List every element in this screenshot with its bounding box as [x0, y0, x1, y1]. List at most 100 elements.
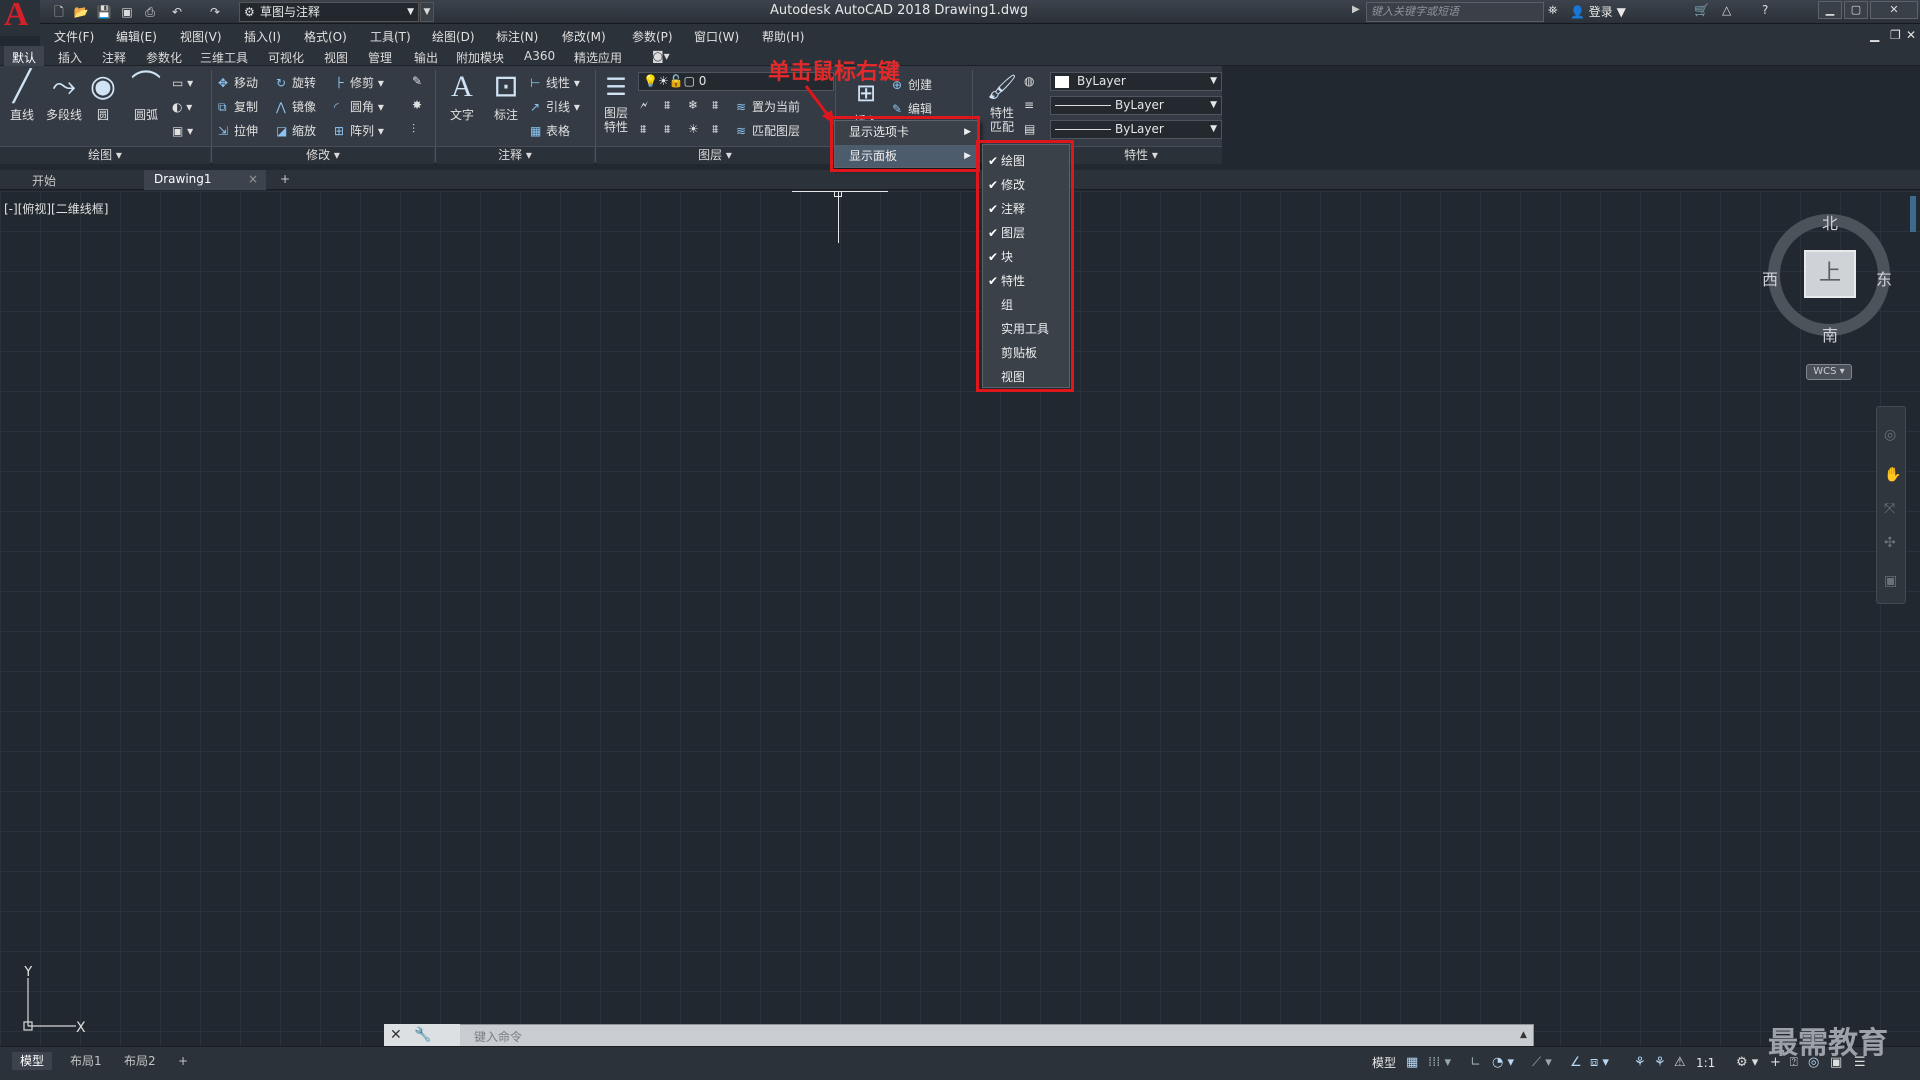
- table-button[interactable]: ▦ 表格: [530, 122, 570, 139]
- match-layer-button[interactable]: ≋ 匹配图层: [736, 122, 800, 139]
- tab-a360[interactable]: A360: [524, 49, 555, 63]
- draw-panel-title[interactable]: 绘图 ▾: [0, 146, 210, 164]
- stretch-button[interactable]: ⇲ 拉伸: [218, 122, 258, 139]
- steering-wheel-icon[interactable]: ◎: [1884, 427, 1896, 443]
- layer-isolate-icon[interactable]: ⩩: [664, 98, 670, 113]
- viewcube-west[interactable]: 西: [1762, 266, 1778, 290]
- hatch-icon[interactable]: ◐ ▾: [172, 100, 192, 114]
- linear-button[interactable]: ⊢ 线性 ▾: [530, 74, 580, 91]
- viewcube-south[interactable]: 南: [1822, 322, 1838, 346]
- color-select[interactable]: ByLayer ▼: [1050, 72, 1222, 91]
- osnap-icon[interactable]: ⧈ ▾: [1590, 1052, 1609, 1074]
- linetype-select[interactable]: ByLayer ▼: [1050, 96, 1222, 115]
- explode-icon[interactable]: ✸: [412, 98, 422, 112]
- tab-default[interactable]: 默认: [4, 46, 45, 66]
- color-wheel-icon[interactable]: ◍: [1024, 74, 1034, 88]
- search-input[interactable]: 键入关键字或短语: [1366, 2, 1544, 22]
- fillet-button[interactable]: ◜ 圆角 ▾: [334, 98, 384, 115]
- rotate-button[interactable]: ↻ 旋转: [276, 74, 316, 91]
- match-properties-button[interactable]: 🖌 特性 匹配: [982, 70, 1022, 134]
- scale-button[interactable]: ◪ 缩放: [276, 122, 316, 139]
- viewcube-east[interactable]: 东: [1876, 266, 1892, 290]
- lineweight-select[interactable]: ByLayer ▼: [1050, 120, 1222, 139]
- new-tab-button[interactable]: +: [274, 170, 298, 190]
- orbit-icon[interactable]: ✣: [1884, 535, 1896, 551]
- grid-icon[interactable]: ▦: [1406, 1052, 1418, 1074]
- tab-visualize[interactable]: 可视化: [268, 49, 304, 66]
- layer-properties-button[interactable]: ☰ 图层 特性: [598, 70, 634, 134]
- menu-insert[interactable]: 插入(I): [244, 28, 281, 45]
- open-file-icon[interactable]: 📂: [72, 3, 90, 21]
- menu-file[interactable]: 文件(F): [54, 28, 94, 45]
- layers-panel-title[interactable]: 图层 ▾: [596, 146, 834, 164]
- pan-icon[interactable]: ✋: [1884, 467, 1901, 483]
- undo-icon[interactable]: ↶: [168, 3, 186, 21]
- dimension-button[interactable]: ⊡ 标注: [488, 70, 524, 123]
- menu-modify[interactable]: 修改(M): [562, 28, 606, 45]
- tab-view[interactable]: 视图: [324, 49, 348, 66]
- showmotion-icon[interactable]: ▣: [1884, 573, 1897, 589]
- circle-button[interactable]: ◉ 圆: [88, 70, 118, 123]
- redo-icon[interactable]: ↷: [206, 3, 224, 21]
- menu-edit[interactable]: 编辑(E): [116, 28, 157, 45]
- ortho-icon[interactable]: ∟: [1470, 1052, 1481, 1074]
- layer-unisolate-icon[interactable]: ⩩: [664, 122, 670, 137]
- tab-parametric[interactable]: 参数化: [146, 49, 182, 66]
- layer-thaw-icon[interactable]: ☀: [688, 122, 699, 136]
- close-tab-icon[interactable]: ×: [248, 172, 258, 186]
- lineweight-icon[interactable]: ▤: [1024, 122, 1035, 136]
- viewport-controls[interactable]: [-][俯视][二维线框]: [4, 200, 108, 217]
- tab-annotate[interactable]: 注释: [102, 49, 126, 66]
- search-expand-icon[interactable]: ▶: [1352, 4, 1360, 15]
- viewcube-face[interactable]: 上: [1804, 250, 1856, 298]
- set-current-button[interactable]: ≋ 置为当前: [736, 98, 800, 115]
- ribbon-toggle-icon[interactable]: ◙▾: [652, 49, 670, 63]
- menu-help[interactable]: 帮助(H): [762, 28, 804, 45]
- workspace-switch-icon[interactable]: ⚙ ▾: [1736, 1052, 1758, 1074]
- mirror-button[interactable]: ⋀ 镜像: [276, 98, 316, 115]
- polar-icon[interactable]: ◔ ▾: [1492, 1052, 1514, 1074]
- tab-featured-apps[interactable]: 精选应用: [574, 49, 622, 66]
- plot-icon[interactable]: ⎙: [141, 3, 159, 21]
- rectangle-icon[interactable]: ▭ ▾: [172, 76, 193, 90]
- menu-dimension[interactable]: 标注(N): [496, 28, 538, 45]
- layout-tab-model[interactable]: 模型: [12, 1052, 53, 1070]
- annotation-visibility-icon[interactable]: ⚘: [1634, 1052, 1646, 1074]
- add-layout-button[interactable]: +: [170, 1052, 196, 1070]
- layout-tab-1[interactable]: 布局1: [62, 1052, 110, 1070]
- menu-draw[interactable]: 绘图(D): [432, 28, 475, 45]
- layer-off-icon[interactable]: 🗲: [640, 98, 648, 113]
- tab-3d-tools[interactable]: 三维工具: [200, 49, 248, 66]
- close-icon[interactable]: ✕: [390, 1027, 402, 1043]
- customize-icon[interactable]: 🔧: [414, 1027, 431, 1043]
- text-button[interactable]: A 文字: [444, 70, 480, 123]
- layout-tab-2[interactable]: 布局2: [116, 1052, 164, 1070]
- new-file-icon[interactable]: 🗋: [50, 3, 68, 21]
- doc-tab-drawing1[interactable]: Drawing1 ×: [144, 170, 266, 190]
- cart-icon[interactable]: 🛒: [1694, 3, 1709, 17]
- viewcube-north[interactable]: 北: [1822, 210, 1838, 234]
- layer-lock-icon[interactable]: ⩩: [712, 98, 718, 113]
- annotation-scale-icon[interactable]: ⚠: [1674, 1052, 1686, 1074]
- doc-minimize-icon[interactable]: ▁: [1870, 28, 1879, 42]
- move-button[interactable]: ✥ 移动: [218, 74, 258, 91]
- login-button[interactable]: 👤 登录 ▼: [1570, 3, 1626, 20]
- save-icon[interactable]: 💾: [95, 3, 113, 21]
- binoculars-icon[interactable]: ⛯: [1548, 3, 1558, 18]
- arc-button[interactable]: ⌒ 圆弧: [126, 70, 166, 123]
- snap-icon[interactable]: ⁞⁞⁞ ▾: [1428, 1052, 1451, 1074]
- close-button[interactable]: ✕: [1870, 1, 1918, 19]
- layer-on-icon[interactable]: ⩩: [640, 122, 646, 137]
- trim-button[interactable]: ⺊修剪 ▾: [334, 74, 384, 91]
- annotation-scale-select[interactable]: 1:1: [1696, 1052, 1715, 1074]
- array-button[interactable]: ⊞ 阵列 ▾: [334, 122, 384, 139]
- drawing-canvas[interactable]: [0, 191, 1920, 1046]
- tab-addins[interactable]: 附加模块: [456, 49, 504, 66]
- doc-restore-icon[interactable]: ❐: [1890, 28, 1901, 42]
- command-input[interactable]: 键入命令: [474, 1028, 522, 1045]
- save-as-icon[interactable]: ▣: [118, 3, 136, 21]
- linetype-icon[interactable]: ≡: [1024, 98, 1034, 112]
- command-history-icon[interactable]: ▲: [1520, 1030, 1527, 1040]
- model-space-button[interactable]: 模型: [1372, 1052, 1396, 1074]
- application-menu-button[interactable]: A: [0, 0, 40, 36]
